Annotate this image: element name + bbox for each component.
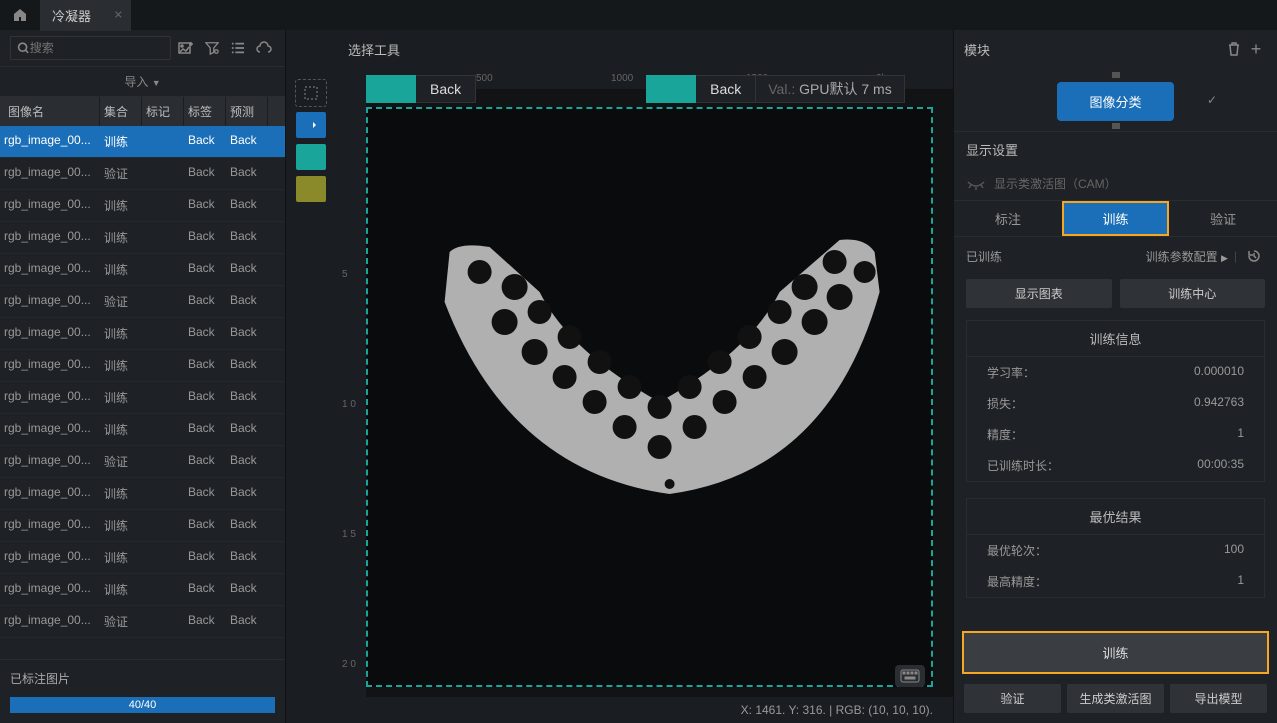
check-icon[interactable]: ✓ <box>1207 93 1217 107</box>
table-row[interactable]: rgb_image_00...训练BackBack <box>0 510 285 542</box>
training-info-box: 训练信息 学习率：0.000010损失：0.942763精度：1已训练时长：00… <box>966 320 1265 482</box>
filter-icon[interactable] <box>201 37 223 59</box>
tag-chip-1[interactable]: Back <box>366 75 476 103</box>
progress-text: 40/40 <box>10 697 275 713</box>
mode-tabs: 标注 训练 验证 <box>954 200 1277 237</box>
image-canvas[interactable] <box>366 107 933 687</box>
info-row: 精度：1 <box>967 419 1264 450</box>
search-input[interactable] <box>10 36 171 60</box>
part-image <box>419 232 899 532</box>
table-row[interactable]: rgb_image_00...训练BackBack <box>0 254 285 286</box>
annotated-count-label: 已标注图片 <box>10 670 275 687</box>
import-button[interactable]: 导入 ▼ <box>0 66 285 97</box>
table-row[interactable]: rgb_image_00...训练BackBack <box>0 190 285 222</box>
table-row[interactable]: rgb_image_00...验证BackBack <box>0 286 285 318</box>
tag1-label: Back <box>416 75 476 103</box>
keyboard-icon[interactable] <box>895 665 925 687</box>
cloud-icon[interactable] <box>253 37 275 59</box>
tag-chip-2[interactable]: Back Val.: GPU默认 7 ms <box>646 75 905 103</box>
module-header: 模块 <box>964 40 990 59</box>
best-result-box: 最优结果 最优轮次：100最高精度：1 <box>966 498 1265 598</box>
train-center-button[interactable]: 训练中心 <box>1120 279 1266 308</box>
select-tool[interactable] <box>296 80 326 106</box>
table-row[interactable]: rgb_image_00...训练BackBack <box>0 222 285 254</box>
col-mark[interactable]: 标记 <box>142 97 184 126</box>
left-panel: 导入 ▼ 图像名 集合 标记 标签 预测 rgb_image_00...训练Ba… <box>0 30 286 723</box>
train-config-link[interactable]: 训练参数配置 ▶ <box>1146 248 1228 265</box>
annotation-progress: 40/40 <box>10 697 275 713</box>
move-tool[interactable] <box>296 112 326 138</box>
image-add-icon[interactable] <box>175 37 197 59</box>
tab-label[interactable]: 标注 <box>954 201 1062 236</box>
search-field[interactable] <box>30 41 164 55</box>
gen-cam-button[interactable]: 生成类激活图 <box>1067 684 1164 713</box>
home-icon[interactable] <box>0 0 40 30</box>
col-pred[interactable]: 预测 <box>226 97 268 126</box>
right-panel: 模块 + 图像分类 ✓ 显示设置 显示类激活图（CAM） 标注 训练 验证 已训… <box>953 30 1277 723</box>
module-button[interactable]: 图像分类 <box>1057 82 1173 121</box>
tag-swatch-icon <box>366 75 416 103</box>
plus-icon[interactable]: + <box>1245 38 1267 60</box>
table-row[interactable]: rgb_image_00...验证BackBack <box>0 446 285 478</box>
olive-tag-tool[interactable] <box>296 176 326 202</box>
table-row[interactable]: rgb_image_00...验证BackBack <box>0 606 285 638</box>
show-chart-button[interactable]: 显示图表 <box>966 279 1112 308</box>
history-icon[interactable] <box>1243 245 1265 267</box>
tag2-label: Back <box>696 75 756 103</box>
viewer-panel: 选择工具 500100015002k 51 01 52 0 Back Back … <box>336 30 953 723</box>
best-title: 最优结果 <box>967 499 1264 535</box>
info-title: 训练信息 <box>967 321 1264 357</box>
validation-info: Val.: GPU默认 7 ms <box>756 75 904 103</box>
table-row[interactable]: rgb_image_00...训练BackBack <box>0 574 285 606</box>
list-icon[interactable] <box>227 37 249 59</box>
col-name[interactable]: 图像名 <box>0 97 100 126</box>
table-row[interactable]: rgb_image_00...训练BackBack <box>0 126 285 158</box>
ruler-vertical: 51 01 52 0 <box>336 89 366 697</box>
cam-toggle[interactable]: 显示类激活图（CAM） <box>954 167 1277 200</box>
tab-project[interactable]: 冷凝器 ✕ <box>40 0 131 31</box>
tab-train[interactable]: 训练 <box>1062 201 1170 236</box>
teal-tag-tool[interactable] <box>296 144 326 170</box>
tab-valid[interactable]: 验证 <box>1169 201 1277 236</box>
display-settings-header: 显示设置 <box>954 131 1277 167</box>
table-row[interactable]: rgb_image_00...训练BackBack <box>0 318 285 350</box>
status-bar: X: 1461. Y: 316. | RGB: (10, 10, 10). <box>336 697 953 723</box>
info-row: 已训练时长：00:00:35 <box>967 450 1264 481</box>
close-icon[interactable]: ✕ <box>114 9 123 22</box>
table-row[interactable]: rgb_image_00...训练BackBack <box>0 478 285 510</box>
table-header: 图像名 集合 标记 标签 预测 <box>0 97 285 126</box>
col-tag[interactable]: 标签 <box>184 97 226 126</box>
table-row[interactable]: rgb_image_00...训练BackBack <box>0 382 285 414</box>
info-row: 最优轮次：100 <box>967 535 1264 566</box>
export-model-button[interactable]: 导出模型 <box>1170 684 1267 713</box>
tool-strip <box>286 30 336 723</box>
info-row: 最高精度：1 <box>967 566 1264 597</box>
trash-icon[interactable] <box>1223 38 1245 60</box>
image-list: rgb_image_00...训练BackBackrgb_image_00...… <box>0 126 285 659</box>
col-set[interactable]: 集合 <box>100 97 142 126</box>
info-row: 损失：0.942763 <box>967 388 1264 419</box>
train-button[interactable]: 训练 <box>964 633 1267 672</box>
trained-label: 已训练 <box>966 248 1002 265</box>
info-row: 学习率：0.000010 <box>967 357 1264 388</box>
eye-closed-icon <box>966 178 986 190</box>
viewer-title: 选择工具 <box>336 30 953 69</box>
table-row[interactable]: rgb_image_00...训练BackBack <box>0 414 285 446</box>
table-row[interactable]: rgb_image_00...验证BackBack <box>0 158 285 190</box>
validate-button[interactable]: 验证 <box>964 684 1061 713</box>
table-row[interactable]: rgb_image_00...训练BackBack <box>0 542 285 574</box>
tag-swatch-icon <box>646 75 696 103</box>
tab-title: 冷凝器 <box>52 9 91 24</box>
table-row[interactable]: rgb_image_00...训练BackBack <box>0 350 285 382</box>
